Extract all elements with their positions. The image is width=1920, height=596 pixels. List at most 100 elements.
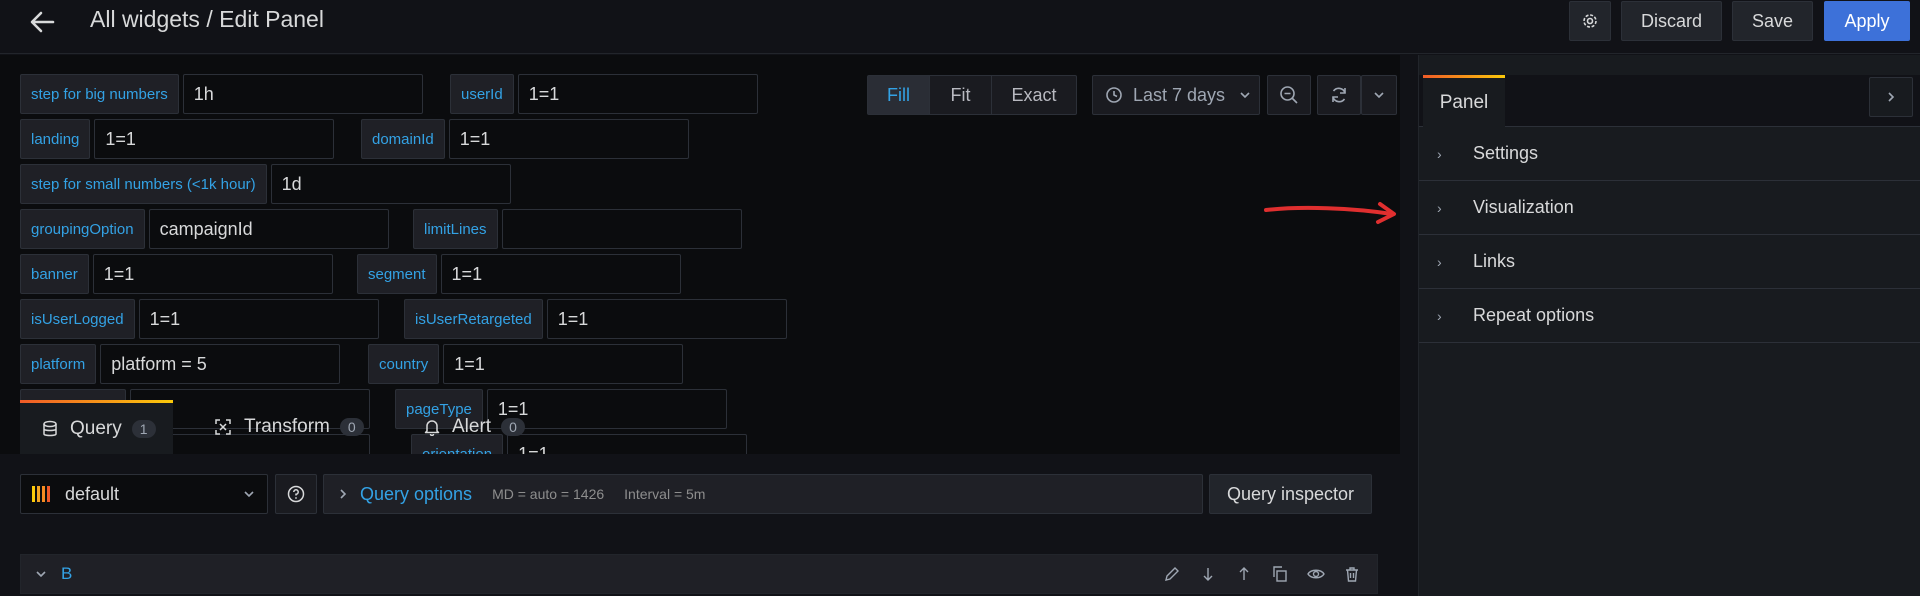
variable-input[interactable]: 1h [182,74,423,114]
variable-input[interactable]: 1=1 [440,254,681,294]
chevron-right-icon: › [1437,253,1442,270]
variable-banner: banner 1=1 [20,254,333,294]
variable-label: limitLines [413,209,498,249]
chevron-down-icon [244,491,254,498]
variable-input[interactable]: 1=1 [94,119,335,159]
variable-input[interactable]: campaignId [148,209,389,249]
view-mode-fill[interactable]: Fill [868,76,930,114]
gear-icon [1583,14,1597,28]
tab-query-count: 1 [131,419,156,438]
chevron-right-icon: › [1437,145,1442,162]
variable-label: domainId [361,119,445,159]
variable-isuserretargeted: isUserRetargeted 1=1 [404,299,787,339]
variable-domainid: domainId 1=1 [361,119,689,159]
section-label: Settings [1473,143,1539,163]
variable-input[interactable]: 1=1 [138,299,379,339]
tab-alert[interactable]: Alert 0 [424,400,525,454]
query-row-header[interactable]: B [20,554,1378,594]
apply-button[interactable]: Apply [1824,1,1910,41]
tab-alert-label: Alert [452,416,492,437]
section-visualization[interactable]: › Visualization [1419,181,1920,235]
variable-label: groupingOption [20,209,145,249]
discard-button[interactable]: Discard [1621,1,1722,41]
variable-label: step for small numbers (<1k hour) [20,164,267,204]
view-mode-fit[interactable]: Fit [930,76,992,114]
zoom-out-icon [1280,86,1298,104]
variable-input[interactable]: 1=1 [92,254,333,294]
collapse-pane-button[interactable] [1869,77,1913,117]
back-button[interactable] [24,4,60,40]
bell-icon [424,420,440,436]
tab-panel[interactable]: Panel [1423,75,1505,127]
eye-icon[interactable] [1307,565,1325,583]
copy-icon[interactable] [1271,565,1289,583]
max-data-points-info: MD = auto = 1426 [492,486,605,502]
arrow-up-icon[interactable] [1235,565,1253,583]
refresh-button[interactable] [1317,75,1361,115]
help-button[interactable] [275,474,317,514]
chevron-right-icon [340,489,347,499]
chevron-down-icon [1240,92,1250,99]
view-mode-toggle: Fill Fit Exact [867,75,1077,115]
edit-panel-screen: All widgets / Edit Panel Discard Save Ap… [0,0,1920,596]
section-label: Visualization [1473,197,1574,217]
variable-input[interactable]: platform = 5 [100,344,341,384]
section-label: Links [1473,251,1516,271]
transform-icon [215,419,231,435]
settings-button[interactable] [1569,1,1611,41]
variable-input[interactable] [501,209,742,249]
time-range-picker[interactable]: Last 7 days [1092,75,1260,115]
variable-input[interactable]: 1=1 [443,344,684,384]
refresh-icon [1332,87,1346,103]
variable-input[interactable]: 1d [270,164,511,204]
query-options-bar[interactable]: Query options MD = auto = 1426 Interval … [323,474,1203,514]
zoom-out-button[interactable] [1267,75,1311,115]
editor-tabs: Query 1 Transform 0 Alert 0 [0,400,1400,454]
variable-input[interactable]: 1=1 [448,119,689,159]
save-button[interactable]: Save [1732,1,1813,41]
arrow-down-icon[interactable] [1199,565,1217,583]
refresh-interval-dropdown[interactable] [1361,75,1397,115]
datasource-picker[interactable]: default [20,474,268,514]
variable-label: platform [20,344,97,384]
variable-label: country [368,344,440,384]
options-pane: Panel › Settings › Visualization › Links… [1418,55,1920,596]
annotation-arrow [1264,202,1396,224]
variable-userid: userId 1=1 [450,74,758,114]
variable-grouping: groupingOption campaignId [20,209,389,249]
variable-input[interactable]: 1=1 [517,74,758,114]
variable-label: userId [450,74,514,114]
pencil-icon[interactable] [1163,565,1181,583]
tab-query-label: Query [70,417,122,439]
variable-label: landing [20,119,91,159]
variable-input[interactable]: 1=1 [546,299,787,339]
chevron-right-icon: › [1437,199,1442,216]
query-row-actions [1163,565,1361,583]
query-options-label: Query options [360,483,473,504]
variable-label: isUserRetargeted [404,299,543,339]
tab-transform[interactable]: Transform 0 [214,400,364,454]
variable-limitlines: limitLines [413,209,742,249]
query-inspector-button[interactable]: Query inspector [1209,474,1372,514]
arrow-left-icon [30,11,55,33]
options-pane-tabs: Panel [1419,75,1920,127]
tab-transform-count: 0 [339,418,364,436]
section-repeat-options[interactable]: › Repeat options [1419,289,1920,343]
question-circle-icon [287,485,305,503]
variable-step-big: step for big numbers 1h [20,74,423,114]
section-settings[interactable]: › Settings [1419,127,1920,181]
variable-label: step for big numbers [20,74,179,114]
database-icon [43,420,57,436]
variable-platform: platform platform = 5 [20,344,341,384]
variable-isuserlogged: isUserLogged 1=1 [20,299,379,339]
variable-label: banner [20,254,89,294]
tab-query[interactable]: Query 1 [20,400,173,454]
clock-icon [1106,87,1122,103]
trash-icon[interactable] [1343,565,1361,583]
view-mode-exact[interactable]: Exact [992,76,1076,114]
datasource-name: default [65,483,120,504]
tab-alert-count: 0 [501,418,525,436]
section-label: Repeat options [1473,305,1595,325]
chevron-down-icon [36,571,46,578]
section-links[interactable]: › Links [1419,235,1920,289]
